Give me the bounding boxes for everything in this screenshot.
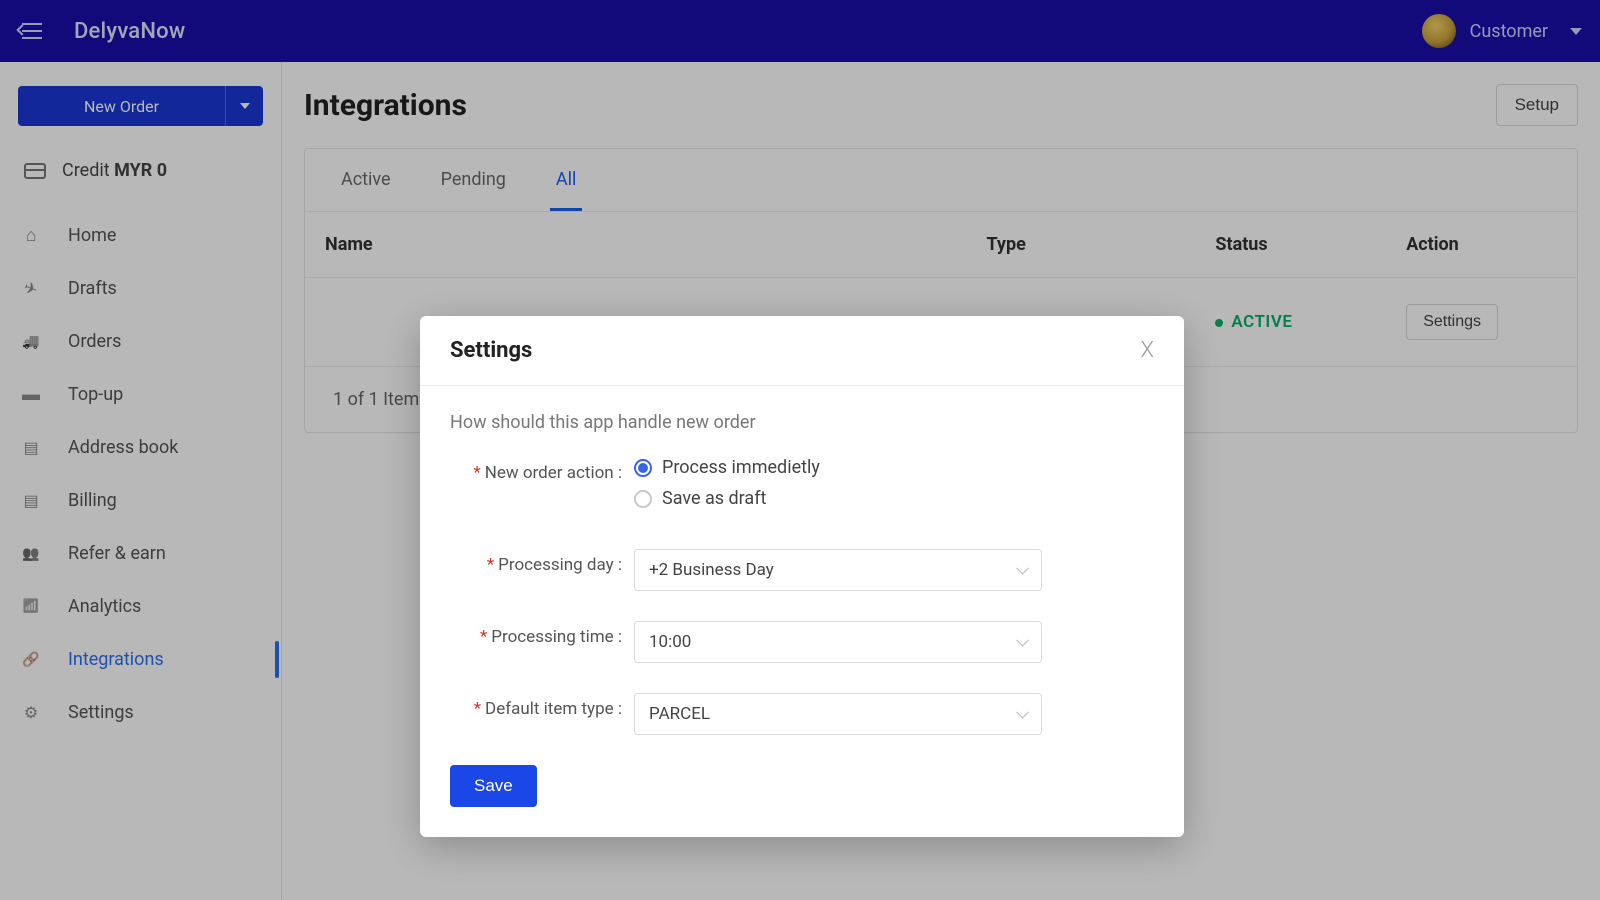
label-new-order-action: New order action	[485, 463, 614, 483]
modal-body: How should this app handle new order *Ne…	[420, 386, 1184, 837]
select-default-item-type[interactable]: PARCEL	[634, 693, 1042, 735]
select-processing-day[interactable]: +2 Business Day	[634, 549, 1042, 591]
select-value: PARCEL	[649, 704, 710, 724]
field-processing-time: *Processing time : 10:00	[450, 621, 1154, 663]
radio-label: Save as draft	[662, 488, 766, 509]
label-processing-time: Processing time	[491, 627, 613, 647]
field-processing-day: *Processing day : +2 Business Day	[450, 549, 1154, 591]
label-default-item-type: Default item type	[485, 699, 614, 719]
radio-icon-empty	[634, 490, 652, 508]
close-icon[interactable]: X	[1141, 338, 1154, 363]
radio-icon-selected	[634, 459, 652, 477]
radio-label: Process immedietly	[662, 457, 820, 478]
select-value: +2 Business Day	[649, 560, 774, 580]
modal-header: Settings X	[420, 316, 1184, 386]
field-default-item-type: *Default item type : PARCEL	[450, 693, 1154, 735]
radio-process-immediately[interactable]: Process immedietly	[634, 457, 1154, 478]
save-button[interactable]: Save	[450, 765, 537, 807]
settings-modal: Settings X How should this app handle ne…	[420, 316, 1184, 837]
radio-save-as-draft[interactable]: Save as draft	[634, 488, 1154, 509]
modal-helper-text: How should this app handle new order	[450, 412, 1154, 433]
modal-title: Settings	[450, 338, 532, 363]
field-new-order-action: *New order action : Process immedietly S…	[450, 457, 1154, 519]
label-processing-day: Processing day	[498, 555, 614, 575]
select-processing-time[interactable]: 10:00	[634, 621, 1042, 663]
select-value: 10:00	[649, 632, 691, 652]
